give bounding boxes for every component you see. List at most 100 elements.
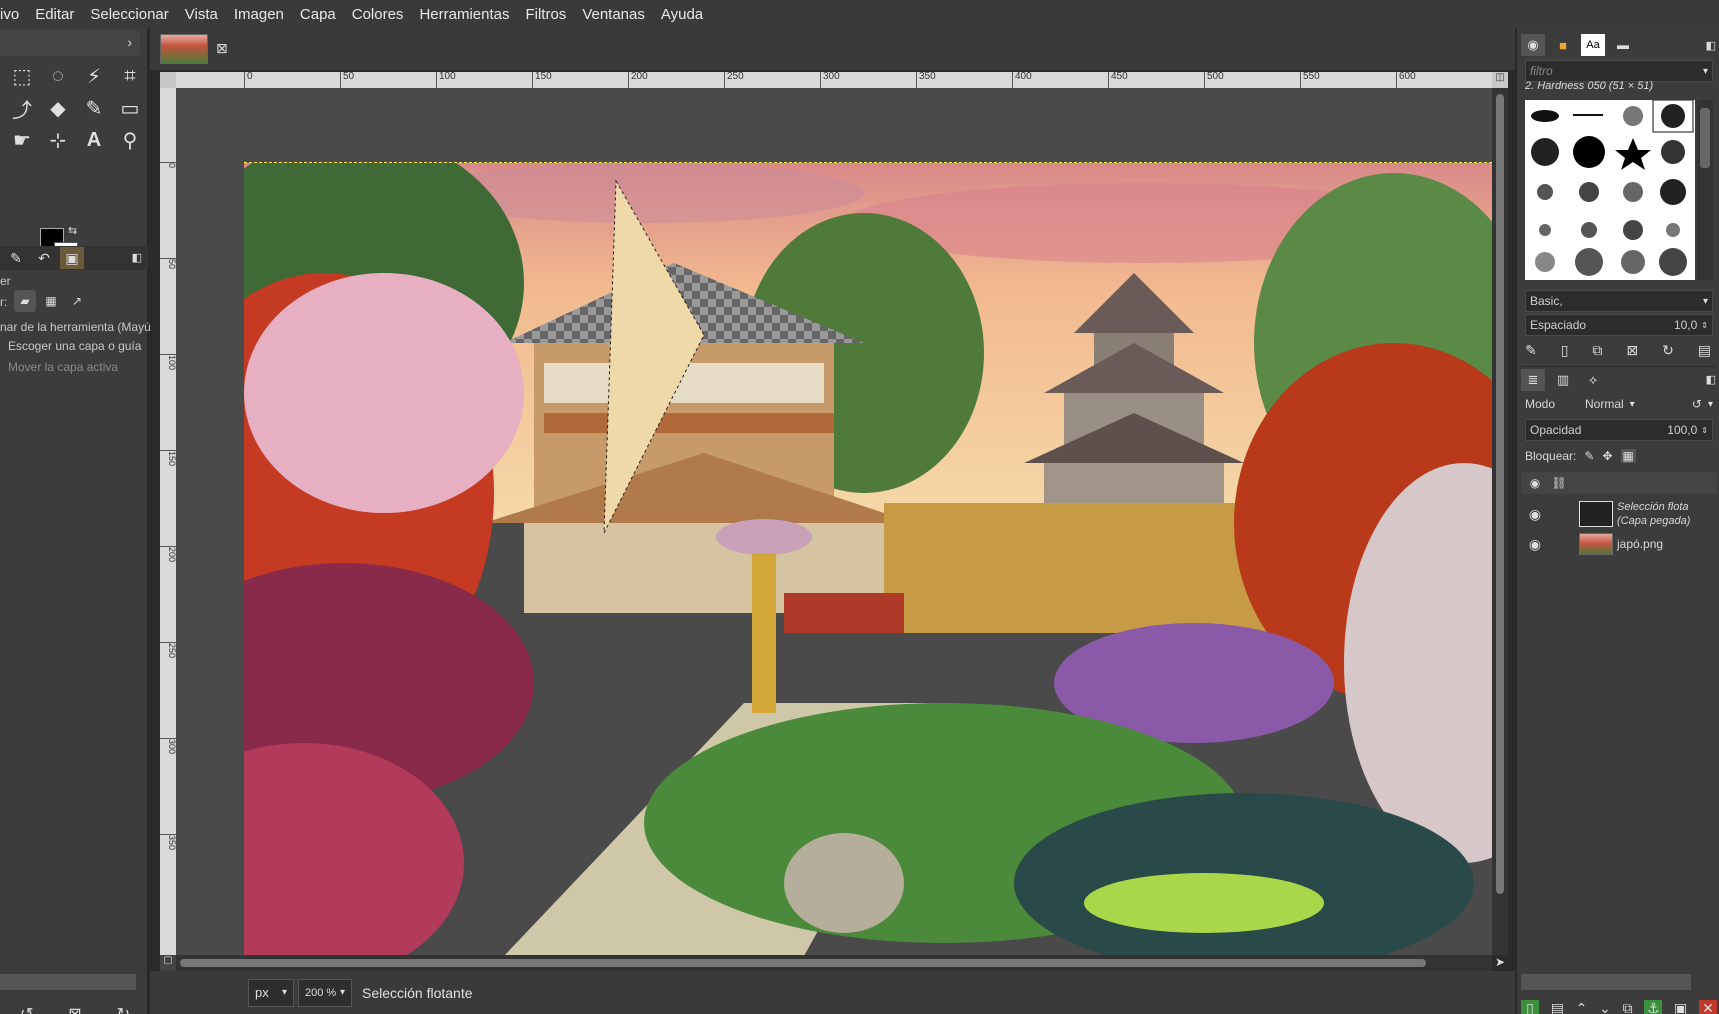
menu-ayuda[interactable]: Ayuda [653,6,711,23]
gradients-tab-icon[interactable]: ▬ [1611,34,1635,56]
rect-select-icon[interactable]: ⬚ [8,62,36,90]
anchor-icon[interactable]: ⚓ [1644,1000,1663,1014]
restore-icon[interactable]: ↺ [20,1004,33,1014]
eye-icon[interactable]: ◉ [1521,506,1549,523]
chevron-down-icon[interactable]: ▾ [1708,399,1713,410]
lock-pixels-icon[interactable]: ✎ [1584,449,1594,463]
menu-herramientas[interactable]: Herramientas [411,6,517,23]
chevron-right-icon[interactable]: › [127,34,132,50]
menu-editar[interactable]: Editar [27,6,82,23]
crop-icon[interactable]: ⌗ [116,62,144,90]
duplicate-brush-icon[interactable]: ⧉ [1592,342,1602,359]
text-tool-icon[interactable]: A [80,126,108,154]
chevron-down-icon: ▾ [1629,398,1635,410]
move-selection-icon[interactable]: ▦ [40,290,62,312]
brush-set-select[interactable]: Basic, ▾ [1525,290,1713,312]
delete-brush-icon[interactable]: ⊠ [1626,342,1638,359]
paths-tab-icon[interactable]: ⟡ [1581,369,1605,391]
menu-imagen[interactable]: Imagen [226,6,292,23]
patterns-tab-icon[interactable]: ■ [1551,34,1575,56]
layers-tab-icon[interactable]: ≣ [1521,368,1545,391]
panel-menu-icon[interactable]: ◧ [1706,373,1716,386]
menu-vista[interactable]: Vista [177,6,226,23]
ruler-tick: 350 [916,72,936,88]
reset-mode-icon[interactable]: ↺ [1692,397,1702,411]
tool-options-tab-icon[interactable]: ✎ [4,247,28,269]
smudge-icon[interactable]: ☛ [8,126,36,154]
fonts-tab-icon[interactable]: Aa [1581,34,1605,56]
paintbrush-icon[interactable]: ✎ [80,94,108,122]
menu-colores[interactable]: Colores [344,6,412,23]
layer-mask-icon[interactable]: ▣ [1674,1000,1687,1014]
menu-capa[interactable]: Capa [292,6,344,23]
vertical-scroll-thumb[interactable] [1496,94,1504,894]
warp-transform-icon[interactable]: ⤴ [8,94,36,122]
paths-icon[interactable]: ⊹ [44,126,72,154]
zoom-select[interactable]: 200 % ▾ [298,978,352,1007]
image-tab-thumbnail[interactable] [160,34,208,64]
lock-alpha-icon[interactable]: ▦ [1620,449,1636,463]
eraser-icon[interactable]: ▭ [116,94,144,122]
open-brush-icon[interactable]: ▤ [1698,342,1711,359]
free-select-icon[interactable]: ◌ [44,62,72,90]
eye-icon[interactable]: ◉ [1521,536,1549,553]
panel-menu-icon[interactable]: ◧ [1706,39,1716,52]
ruler-corner[interactable] [160,72,176,88]
garden-image[interactable] [244,162,1492,955]
undo-history-tab-icon[interactable]: ↶ [32,247,56,269]
bucket-fill-icon[interactable]: ◆ [44,94,72,122]
brush-filter-field[interactable]: filtro ▾ [1525,60,1713,82]
lock-position-icon[interactable]: ✥ [1602,449,1612,463]
edit-brush-icon[interactable]: ✎ [1525,342,1537,359]
close-tab-icon[interactable]: ⊠ [216,40,228,57]
menu-archivo[interactable]: ivo [0,6,27,23]
brush-scroll-thumb[interactable] [1700,108,1710,168]
move-layer-icon[interactable]: ▰ [14,290,36,312]
new-group-icon[interactable]: ▤ [1551,1000,1564,1014]
images-tab-icon[interactable]: ▣ [60,247,84,269]
spacing-field[interactable]: Espaciado 10,0 ⇕ [1525,314,1713,336]
new-layer-icon[interactable]: ▯ [1521,1000,1539,1014]
quick-mask-icon[interactable]: ▢ [160,955,176,971]
delete-layer-icon[interactable]: ✕ [1698,1000,1717,1014]
brushes-tab-icon[interactable]: ◉ [1521,34,1545,56]
move-active-layer-option[interactable]: Mover la capa activa [8,360,118,374]
horizontal-scroll-thumb[interactable] [180,959,1426,967]
brush-scrollbar[interactable] [1697,100,1713,280]
menu-ventanas[interactable]: Ventanas [574,6,653,23]
opacity-field[interactable]: Opacidad 100,0 ⇕ [1525,419,1713,441]
nav-corner-icon[interactable]: ◫ [1492,72,1508,88]
delete-icon[interactable]: ⊠ [68,1004,81,1014]
toolbox-scrollbar[interactable] [0,974,136,990]
menu-seleccionar[interactable]: Seleccionar [82,6,176,23]
layer-row-image[interactable]: ◉ japó.png [1521,528,1717,560]
move-path-icon[interactable]: ↗ [66,290,88,312]
menu-filtros[interactable]: Filtros [517,6,574,23]
channels-tab-icon[interactable]: ▥ [1551,369,1575,391]
pick-layer-option[interactable]: Escoger una capa o guía [8,339,141,353]
layer-row-floating[interactable]: ◉ Selección flota (Capa pegada) [1521,498,1717,530]
mode-select[interactable]: Normal ▾ [1585,397,1665,411]
layers-scrollbar[interactable] [1521,974,1691,990]
reset-icon[interactable]: ↻ [117,1004,130,1014]
refresh-brushes-icon[interactable]: ↻ [1662,342,1674,359]
new-brush-icon[interactable]: ▯ [1561,342,1569,359]
chevron-down-icon: ▾ [339,987,345,998]
tool-toggle-label[interactable]: nar de la herramienta (Mayú [0,320,151,334]
duplicate-layer-icon[interactable]: ⧉ [1623,1000,1633,1014]
color-picker-icon[interactable]: ⚲ [116,126,144,154]
fuzzy-select-icon[interactable]: ⚡ [80,62,108,90]
brush-grid[interactable] [1525,100,1695,280]
canvas-area[interactable] [176,88,1492,955]
lower-layer-icon[interactable]: ⌄ [1599,1000,1611,1014]
swap-colors-icon[interactable]: ⇆ [68,224,77,237]
spin-arrows-icon[interactable]: ⇕ [1701,426,1708,435]
unit-select[interactable]: px ▾ [248,978,294,1007]
horizontal-scrollbar[interactable]: ▢ ➤ [160,955,1505,971]
ruler-tick: 100 [436,72,456,88]
navigate-icon[interactable]: ➤ [1492,955,1508,971]
vertical-scrollbar[interactable] [1492,88,1508,955]
spin-arrows-icon[interactable]: ⇕ [1701,321,1708,330]
raise-layer-icon[interactable]: ⌃ [1576,1000,1588,1014]
panel-menu-icon[interactable]: ◧ [132,251,142,264]
